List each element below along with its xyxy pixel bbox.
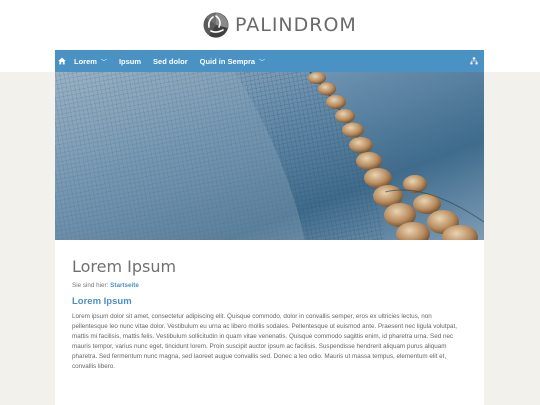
breadcrumb: Sie sind hier: Startseite bbox=[72, 282, 139, 289]
nav-item-ipsum[interactable]: Ipsum bbox=[113, 50, 147, 72]
hero-image bbox=[55, 72, 484, 240]
sitemap-icon[interactable] bbox=[470, 57, 478, 65]
chevron-down-icon: ﹀ bbox=[100, 59, 107, 66]
nav-item-lorem[interactable]: Lorem ﹀ bbox=[68, 50, 113, 72]
palindrom-logo-icon bbox=[203, 12, 229, 38]
nav-item-label: Sed dolor bbox=[153, 56, 188, 66]
main-content: Lorem Ipsum Sie sind hier: Startseite Lo… bbox=[55, 240, 484, 405]
nav-item-sed-dolor[interactable]: Sed dolor bbox=[147, 50, 194, 72]
body-text: Lorem ipsum dolor sit amet, consectetur … bbox=[72, 313, 458, 370]
section-title: Lorem Ipsum bbox=[72, 296, 132, 307]
site-header: PALINDROM bbox=[0, 0, 540, 50]
chevron-down-icon: ﹀ bbox=[259, 59, 266, 66]
site-logo[interactable]: PALINDROM bbox=[203, 11, 357, 39]
nav-item-label: Lorem bbox=[74, 56, 97, 66]
nav-item-quid-in-sempra[interactable]: Quid in Sempra ﹀ bbox=[194, 50, 271, 72]
page-title: Lorem Ipsum bbox=[72, 257, 177, 276]
breadcrumb-prefix: Sie sind hier: bbox=[72, 282, 109, 289]
logo-text: PALINDROM bbox=[235, 14, 357, 36]
fishing-net-image bbox=[55, 72, 484, 240]
main-navigation: Lorem ﹀ Ipsum Sed dolor Quid in Sempra ﹀ bbox=[55, 50, 484, 72]
breadcrumb-link-startseite[interactable]: Startseite bbox=[110, 282, 139, 289]
nav-item-label: Ipsum bbox=[118, 56, 142, 66]
home-icon[interactable] bbox=[58, 57, 66, 65]
nav-item-label: Quid in Sempra bbox=[199, 56, 256, 66]
